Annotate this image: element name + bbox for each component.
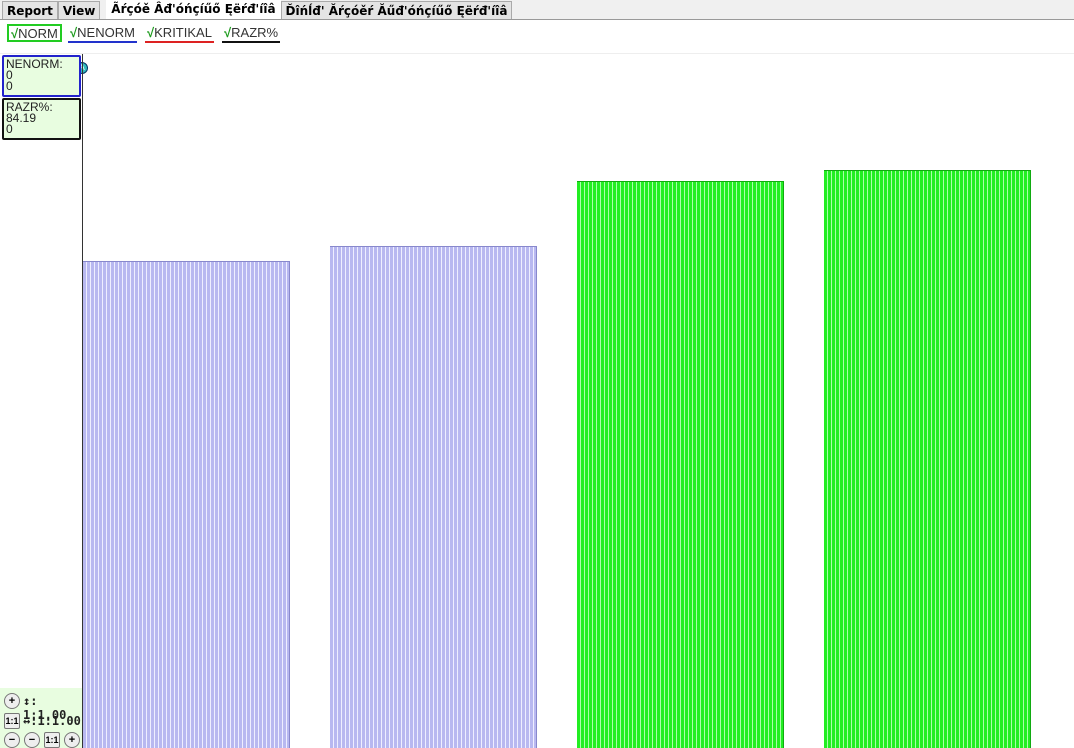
legend-nenorm[interactable]: √NENORM [68, 25, 137, 43]
zoom-controls: + ↕: 1:1.00 1:1 ↔:1:1.00 − − 1:1 + [0, 688, 82, 748]
bar-2[interactable] [330, 246, 537, 748]
info-box-razr: RAZR%: 84.19 0 [2, 98, 81, 140]
tab-view[interactable]: View [57, 1, 101, 19]
chart-area[interactable] [83, 55, 1074, 748]
zoom-out-horizontal-button[interactable]: − [24, 732, 40, 748]
tab-chart-1[interactable]: Ãŕçóě Âđ'óńçíűő Ęëŕđ'íîâ [106, 0, 281, 19]
legend-norm[interactable]: √NORM [7, 24, 62, 42]
bar-4[interactable] [824, 170, 1031, 748]
tab-report[interactable]: Report [2, 1, 58, 19]
horizontal-scale-label: ↔:1:1.00 [23, 714, 81, 728]
tab-chart-2[interactable]: Ďîńĺđ' Ăŕçóěŕ Ăűđ'óńçíűő Ęëŕđ'íîâ [280, 1, 513, 19]
legend-kritikal[interactable]: √KRITIKAL [145, 25, 214, 43]
reset-horizontal-button[interactable]: 1:1 [44, 732, 60, 748]
bar-3[interactable] [577, 181, 784, 748]
info-panel: NENORM: 0 0 RAZR%: 84.19 0 + ↕: 1:1.00 1:1 ↔… [0, 54, 83, 748]
bar-1[interactable] [83, 261, 290, 748]
info-box-nenorm: NENORM: 0 0 [2, 55, 81, 97]
zoom-in-horizontal-button[interactable]: + [64, 732, 80, 748]
zoom-in-vertical-button[interactable]: + [4, 693, 20, 709]
reset-vertical-button[interactable]: 1:1 [4, 713, 20, 729]
tab-bar: Report View Ãŕçóě Âđ'óńçíűő Ęëŕđ'íîâ Ďîń… [0, 0, 1074, 20]
zoom-out-vertical-button[interactable]: − [4, 732, 20, 748]
legend-razr[interactable]: √RAZR% [222, 25, 281, 43]
legend: √NORM √NENORM √KRITIKAL √RAZR% A [0, 20, 1074, 74]
